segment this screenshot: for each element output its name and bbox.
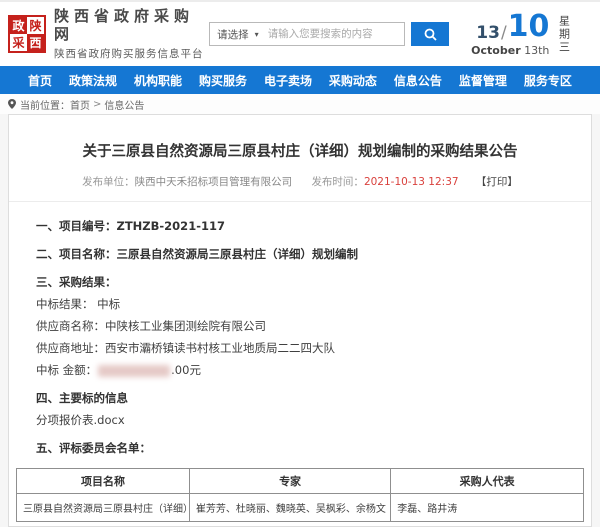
- print-button[interactable]: 【打印】: [476, 176, 518, 188]
- section-subject-info: 四、主要标的信息: [36, 391, 564, 406]
- chevron-down-icon: ▾: [255, 30, 259, 39]
- supplier-addr-line: 供应商地址：西安市灞桥镇读书村核工业地质局二二四大队: [36, 341, 564, 356]
- cell-purchaser-rep: 李磊、路井涛: [391, 494, 584, 522]
- page-title: 关于三原县自然资源局三原县村庄（详细）规划编制的采购结果公告: [39, 140, 561, 161]
- redacted-amount-blur: [98, 365, 170, 377]
- nav-item-services[interactable]: 服务专区: [524, 72, 572, 89]
- date-month-en: October: [471, 44, 520, 57]
- search-area: 请选择 ▾: [209, 22, 449, 46]
- breadcrumb: 当前位置： 首页 > 信息公告: [0, 94, 600, 114]
- publish-time-label: 发布时间：: [311, 176, 364, 188]
- bid-result-line: 中标结果： 中标: [36, 297, 564, 312]
- main-nav: 首页 政策法规 机构职能 购买服务 电子卖场 采购动态 信息公告 监督管理 服务…: [0, 66, 600, 94]
- article-body: 一、项目编号：ZTHZB-2021-117 二、项目名称：三原县自然资源局三原县…: [9, 202, 591, 456]
- content-panel: 关于三原县自然资源局三原县村庄（详细）规划编制的采购结果公告 发布单位：陕西中天…: [8, 114, 592, 527]
- table-header-row: 项目名称 专家 采购人代表: [17, 469, 584, 494]
- search-category-select[interactable]: 请选择 ▾: [210, 23, 266, 45]
- nav-item-home[interactable]: 首页: [28, 72, 52, 89]
- date-day-en: 13th: [524, 44, 549, 57]
- site-logo: 政 陕 采 西: [8, 15, 46, 53]
- section-committee: 五、评标委员会名单：: [36, 441, 564, 456]
- attachment-link[interactable]: 分项报价表.docx: [36, 413, 564, 428]
- search-icon: [424, 28, 437, 41]
- nav-item-policies[interactable]: 政策法规: [69, 72, 117, 89]
- search-select-label: 请选择: [217, 27, 249, 42]
- logo-char: 陕: [27, 17, 44, 34]
- breadcrumb-current[interactable]: 信息公告: [104, 97, 144, 112]
- section-project-number: 一、项目编号：ZTHZB-2021-117: [36, 219, 564, 234]
- nav-item-supervision[interactable]: 监督管理: [459, 72, 507, 89]
- bid-amount-suffix: .00元: [171, 363, 201, 378]
- nav-item-news[interactable]: 采购动态: [329, 72, 377, 89]
- site-subtitle: 陕西省政府购买服务信息平台: [54, 46, 209, 61]
- nav-item-purchase[interactable]: 购买服务: [199, 72, 247, 89]
- section-project-name: 二、项目名称：三原县自然资源局三原县村庄（详细）规划编制: [36, 247, 564, 262]
- location-pin-icon: [8, 99, 16, 109]
- nav-item-functions[interactable]: 机构职能: [134, 72, 182, 89]
- breadcrumb-home[interactable]: 首页: [70, 97, 90, 112]
- site-title: 陕西省政府采购网: [54, 7, 209, 43]
- logo-char: 采: [10, 34, 27, 51]
- col-header-experts: 专家: [189, 469, 390, 494]
- date-weekday: 星期三: [557, 15, 569, 54]
- table-row: 三原县自然资源局三原县村庄（详细）规划编制 崔芳芳、杜晓丽、魏晓英、吴枫彩、余杨…: [17, 494, 584, 522]
- publish-time-value: 2021-10-13 12:37: [364, 176, 459, 188]
- publisher-label: 发布单位：: [82, 176, 135, 188]
- col-header-purchaser-rep: 采购人代表: [391, 469, 584, 494]
- evaluation-committee-table: 项目名称 专家 采购人代表 三原县自然资源局三原县村庄（详细）规划编制 崔芳芳、…: [16, 468, 584, 522]
- bid-amount-label: 中标 金额：: [36, 363, 97, 378]
- date-month: 10: [508, 12, 550, 42]
- date-slash: /: [501, 25, 507, 42]
- supplier-name-line: 供应商名称：中陕核工业集团测绘院有限公司: [36, 319, 564, 334]
- section-result-heading: 三、采购结果：: [36, 275, 564, 290]
- bid-amount-line: 中标 金额： .00元: [36, 363, 564, 378]
- search-box: 请选择 ▾: [209, 22, 405, 46]
- brand-text: 陕西省政府采购网 陕西省政府购买服务信息平台: [54, 7, 209, 61]
- logo-char: 西: [27, 34, 44, 51]
- date-day: 13: [476, 25, 500, 42]
- cell-experts: 崔芳芳、杜晓丽、魏晓英、吴枫彩、余杨文: [189, 494, 390, 522]
- logo-char: 政: [10, 17, 27, 34]
- breadcrumb-separator: >: [93, 99, 101, 110]
- nav-item-emall[interactable]: 电子卖场: [264, 72, 312, 89]
- search-input[interactable]: [266, 27, 404, 41]
- article-meta: 发布单位：陕西中天禾招标项目管理有限公司 发布时间：2021-10-13 12:…: [9, 174, 591, 189]
- cell-project-name: 三原县自然资源局三原县村庄（详细）规划编制: [17, 494, 190, 522]
- col-header-project-name: 项目名称: [17, 469, 190, 494]
- date-block: 13 / 10 October 13th 星期三: [471, 12, 590, 57]
- breadcrumb-prefix: 当前位置：: [20, 97, 70, 112]
- publisher-value: 陕西中天禾招标项目管理有限公司: [135, 176, 293, 188]
- nav-item-announcements[interactable]: 信息公告: [394, 72, 442, 89]
- search-button[interactable]: [411, 22, 449, 46]
- site-header: 政 陕 采 西 陕西省政府采购网 陕西省政府购买服务信息平台 请选择 ▾: [0, 0, 600, 66]
